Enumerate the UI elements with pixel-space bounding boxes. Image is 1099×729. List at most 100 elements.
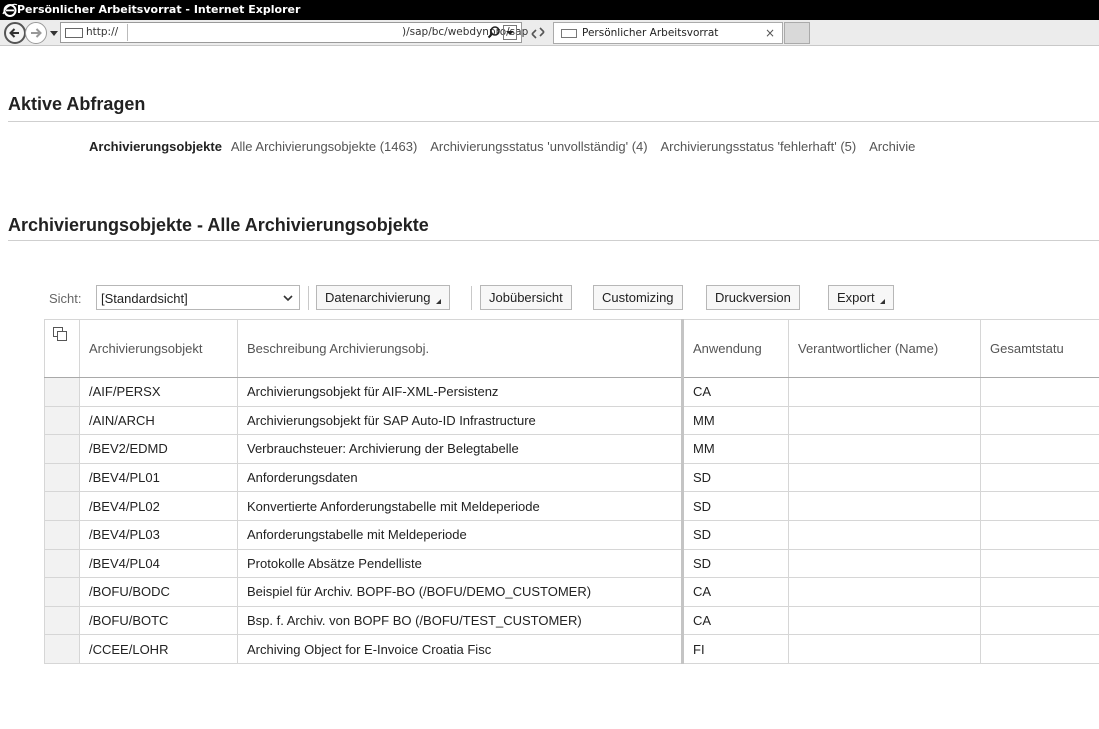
- table-header-row: Archivierungsobjekt Beschreibung Archivi…: [44, 319, 1099, 378]
- cell-objekt: /BEV2/EDMD: [79, 434, 238, 464]
- arrow-right-icon: [31, 28, 42, 38]
- cell-beschreibung: Anforderungstabelle mit Meldeperiode: [237, 519, 684, 550]
- view-label: Sicht:: [49, 291, 82, 306]
- cell-objekt: /BOFU/BOTC: [79, 605, 238, 636]
- datenarchivierung-label: Datenarchivierung: [325, 290, 431, 305]
- cell-objekt: /AIN/ARCH: [79, 405, 238, 436]
- view-select[interactable]: [Standardsicht]: [96, 285, 300, 310]
- cell-verantwortlicher: [788, 634, 981, 664]
- active-queries-heading: Aktive Abfragen: [8, 94, 146, 114]
- jobuebersicht-button[interactable]: Jobübersicht: [480, 285, 572, 310]
- forward-button[interactable]: [25, 22, 47, 44]
- query-link-all[interactable]: Alle Archivierungsobjekte (1463): [231, 139, 417, 154]
- address-dropdown-button[interactable]: [503, 25, 517, 40]
- cell-anwendung: CA: [682, 605, 789, 636]
- cell-beschreibung: Bsp. f. Archiv. von BOPF BO (/BOFU/TEST_…: [237, 605, 684, 636]
- row-selector[interactable]: [44, 577, 80, 607]
- cell-objekt: /BOFU/BODC: [79, 577, 238, 607]
- cell-verantwortlicher: [788, 519, 981, 550]
- query-links-bar: Archivierungsobjekte Alle Archivierungso…: [89, 139, 925, 154]
- table-row[interactable]: /BEV4/PL01 Anforderungsdaten SD: [44, 462, 1099, 493]
- table-row[interactable]: /AIF/PERSX Archivierungsobjekt für AIF-X…: [44, 377, 1099, 407]
- customizing-button[interactable]: Customizing: [593, 285, 683, 310]
- chevron-down-icon: [506, 31, 514, 35]
- table-row[interactable]: /BEV2/EDMD Verbrauchsteuer: Archivierung…: [44, 434, 1099, 464]
- export-label: Export: [837, 290, 875, 305]
- cell-verantwortlicher: [788, 548, 981, 579]
- refresh-icon[interactable]: [528, 24, 548, 42]
- chevron-down-icon: [283, 295, 293, 302]
- url-redacted-part: [127, 24, 403, 41]
- cell-objekt: /AIF/PERSX: [79, 377, 238, 407]
- menu-corner-icon: [879, 299, 885, 304]
- cell-beschreibung: Archiving Object for E-Invoice Croatia F…: [237, 634, 684, 664]
- close-tab-icon[interactable]: ×: [765, 23, 775, 43]
- cell-gesamtstatus: [980, 577, 1099, 607]
- back-button[interactable]: [4, 22, 26, 44]
- cell-anwendung: SD: [682, 462, 789, 493]
- column-header-anwendung[interactable]: Anwendung: [682, 319, 789, 378]
- row-selector[interactable]: [44, 548, 80, 579]
- history-dropdown-icon[interactable]: [49, 28, 59, 38]
- table-row[interactable]: /AIN/ARCH Archivierungsobjekt für SAP Au…: [44, 405, 1099, 436]
- select-all-cell[interactable]: [44, 319, 80, 378]
- row-selector[interactable]: [44, 491, 80, 521]
- table-row[interactable]: /BEV4/PL02 Konvertierte Anforderungstabe…: [44, 491, 1099, 521]
- table-row[interactable]: /BEV4/PL04 Protokolle Absätze Pendellist…: [44, 548, 1099, 579]
- section-heading: Archivierungsobjekte - Alle Archivierung…: [8, 215, 429, 235]
- cell-anwendung: MM: [682, 434, 789, 464]
- query-link-incomplete[interactable]: Archivierungsstatus 'unvollständig' (4): [430, 139, 647, 154]
- customizing-label: Customizing: [602, 290, 674, 305]
- cell-objekt: /BEV4/PL01: [79, 462, 238, 493]
- column-header-verantwortlicher[interactable]: Verantwortlicher (Name): [788, 319, 981, 378]
- cell-verantwortlicher: [788, 434, 981, 464]
- row-selector[interactable]: [44, 377, 80, 407]
- column-header-beschreibung[interactable]: Beschreibung Archivierungsobj.: [237, 319, 684, 378]
- row-selector[interactable]: [44, 405, 80, 436]
- select-all-icon: [53, 327, 67, 341]
- query-link-faulty[interactable]: Archivierungsstatus 'fehlerhaft' (5): [661, 139, 857, 154]
- druckversion-label: Druckversion: [715, 290, 791, 305]
- cell-objekt: /BEV4/PL02: [79, 491, 238, 521]
- cell-verantwortlicher: [788, 462, 981, 493]
- table-row[interactable]: /BEV4/PL03 Anforderungstabelle mit Melde…: [44, 519, 1099, 550]
- query-link-truncated[interactable]: Archivie: [869, 139, 915, 154]
- cell-objekt: /CCEE/LOHR: [79, 634, 238, 664]
- tab-favicon-icon: [561, 29, 577, 38]
- row-selector[interactable]: [44, 634, 80, 664]
- cell-objekt: /BEV4/PL04: [79, 548, 238, 579]
- cell-anwendung: SD: [682, 491, 789, 521]
- browser-tab[interactable]: Persönlicher Arbeitsvorrat ×: [553, 22, 783, 44]
- cell-verantwortlicher: [788, 491, 981, 521]
- archiving-objects-table: Archivierungsobjekt Beschreibung Archivi…: [44, 319, 1099, 664]
- row-selector[interactable]: [44, 462, 80, 493]
- table-row[interactable]: /BOFU/BODC Beispiel für Archiv. BOPF-BO …: [44, 577, 1099, 607]
- row-selector[interactable]: [44, 434, 80, 464]
- cell-gesamtstatus: [980, 491, 1099, 521]
- menu-corner-icon: [435, 299, 441, 304]
- export-menu-button[interactable]: Export: [828, 285, 894, 310]
- divider: [8, 121, 1099, 122]
- search-icon[interactable]: [487, 25, 501, 39]
- cell-verantwortlicher: [788, 577, 981, 607]
- cell-beschreibung: Konvertierte Anforderungstabelle mit Mel…: [237, 491, 684, 521]
- column-header-gesamtstatus[interactable]: Gesamtstatu: [980, 319, 1099, 378]
- cell-anwendung: SD: [682, 548, 789, 579]
- table-row[interactable]: /BOFU/BOTC Bsp. f. Archiv. von BOPF BO (…: [44, 605, 1099, 636]
- cell-gesamtstatus: [980, 434, 1099, 464]
- window-title: Persönlicher Arbeitsvorrat - Internet Ex…: [17, 3, 301, 16]
- row-selector[interactable]: [44, 605, 80, 636]
- new-tab-button[interactable]: [784, 22, 810, 44]
- column-header-objekt[interactable]: Archivierungsobjekt: [79, 319, 238, 378]
- cell-gesamtstatus: [980, 634, 1099, 664]
- window-titlebar: Persönlicher Arbeitsvorrat - Internet Ex…: [0, 0, 1099, 20]
- arrow-left-icon: [9, 28, 19, 38]
- address-bar[interactable]: http:// )/sap/bc/webdynpro/sap: [60, 22, 528, 43]
- table-row[interactable]: /CCEE/LOHR Archiving Object for E-Invoic…: [44, 634, 1099, 664]
- table-toolbar: Sicht: [Standardsicht] Datenarchivierung…: [44, 283, 1099, 319]
- row-selector[interactable]: [44, 519, 80, 550]
- datenarchivierung-menu-button[interactable]: Datenarchivierung: [316, 285, 450, 310]
- druckversion-button[interactable]: Druckversion: [706, 285, 800, 310]
- view-select-value: [Standardsicht]: [101, 291, 188, 306]
- cell-anwendung: CA: [682, 577, 789, 607]
